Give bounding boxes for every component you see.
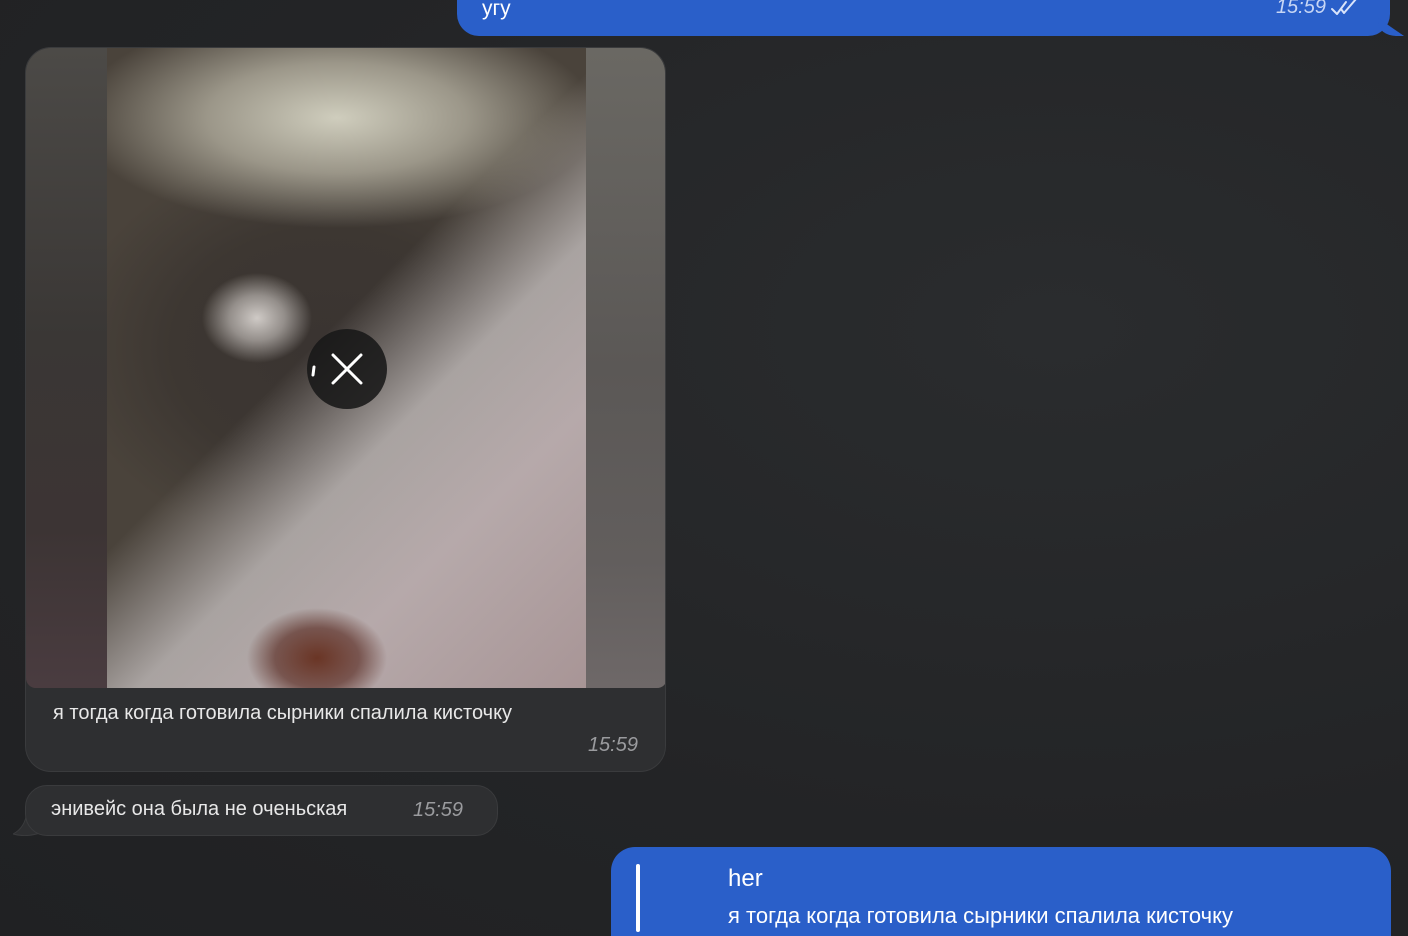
- message-text: угу: [482, 0, 511, 20]
- photo-attachment[interactable]: [26, 48, 665, 688]
- message-text: энивейс она была не оченьская: [51, 798, 348, 820]
- cancel-download-button[interactable]: [307, 329, 387, 409]
- photo-blur-left: [26, 48, 107, 688]
- double-check-icon: [1331, 0, 1357, 15]
- photo-blur-right: [586, 48, 665, 688]
- reply-indicator-bar: [636, 864, 640, 932]
- outgoing-reply-bubble[interactable]: her я тогда когда готовила сырники спали…: [611, 847, 1391, 936]
- bubble-tail: [1378, 18, 1404, 36]
- message-time: 15:59: [413, 799, 464, 821]
- photo-message-bubble[interactable]: я тогда когда готовила сырники спалила к…: [25, 47, 666, 772]
- close-icon: [311, 353, 363, 385]
- message-time: 15:59: [1275, 0, 1326, 18]
- chat-area: угу 15:59 я тогда когда готовила сырники…: [0, 0, 1408, 936]
- reply-quote-text[interactable]: я тогда когда готовила сырники спалила к…: [728, 903, 1233, 929]
- incoming-message-bubble[interactable]: энивейс она была не оченьская 15:59: [25, 785, 498, 836]
- outgoing-message-bubble[interactable]: угу 15:59: [457, 0, 1404, 36]
- reply-author[interactable]: her: [728, 865, 763, 893]
- message-time: 15:59: [587, 734, 638, 756]
- photo-caption: я тогда когда готовила сырники спалила к…: [53, 702, 513, 724]
